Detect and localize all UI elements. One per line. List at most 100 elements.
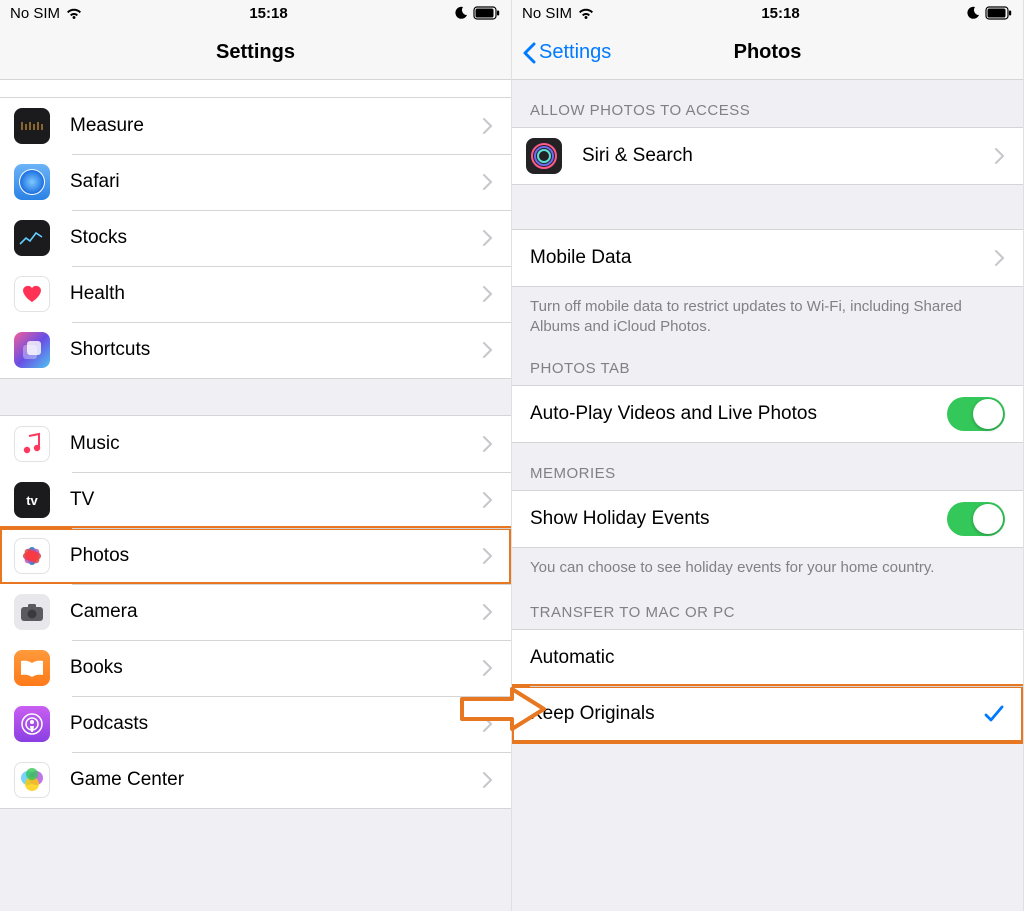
battery-icon (473, 6, 501, 20)
filler (0, 809, 511, 911)
chevron-right-icon (483, 118, 493, 134)
settings-row-camera[interactable]: Camera (0, 584, 511, 640)
page-title: Settings (216, 41, 295, 64)
stocks-icon (14, 220, 50, 256)
clock: 15:18 (249, 5, 287, 22)
row-label: Siri & Search (582, 145, 995, 167)
chevron-right-icon (483, 772, 493, 788)
checkmark-icon (983, 703, 1005, 725)
photos-icon (14, 538, 50, 574)
settings-row-stocks[interactable]: Stocks (0, 210, 511, 266)
partial-row-above (0, 80, 511, 98)
holiday-footer: You can choose to see holiday events for… (512, 548, 1023, 586)
row-siri-search[interactable]: Siri & Search (512, 128, 1023, 184)
wifi-icon (65, 6, 83, 20)
settings-row-health[interactable]: Health (0, 266, 511, 322)
row-label: Measure (70, 115, 483, 137)
settings-group-2: Music tv TV Photos Camera (0, 415, 511, 809)
row-label: Auto-Play Videos and Live Photos (530, 403, 947, 425)
gamecenter-icon (14, 762, 50, 798)
settings-row-tv[interactable]: tv TV (0, 472, 511, 528)
row-label: Stocks (70, 227, 483, 249)
row-label: Camera (70, 601, 483, 623)
chevron-right-icon (483, 286, 493, 302)
shortcuts-icon (14, 332, 50, 368)
settings-row-music[interactable]: Music (0, 416, 511, 472)
photos-settings-list[interactable]: ALLOW PHOTOS TO ACCESS Siri & Search Mob… (512, 80, 1023, 911)
spacer (512, 185, 1023, 229)
row-label: Music (70, 433, 483, 455)
chevron-right-icon (483, 660, 493, 676)
row-label: Books (70, 657, 483, 679)
settings-row-podcasts[interactable]: Podcasts (0, 696, 511, 752)
clock: 15:18 (761, 5, 799, 22)
wifi-icon (577, 6, 595, 20)
row-label: Shortcuts (70, 339, 483, 361)
chevron-right-icon (483, 436, 493, 452)
tv-icon: tv (14, 482, 50, 518)
chevron-right-icon (483, 230, 493, 246)
group-spacer (0, 379, 511, 415)
settings-list[interactable]: Measure Safari Stocks (0, 80, 511, 911)
settings-row-photos[interactable]: Photos (0, 528, 511, 584)
books-icon (14, 650, 50, 686)
back-button[interactable]: Settings (522, 26, 611, 79)
row-label: Keep Originals (530, 703, 983, 725)
battery-icon (985, 6, 1013, 20)
section-header-photos-tab: PHOTOS TAB (512, 346, 1023, 385)
music-icon (14, 426, 50, 462)
row-label: Safari (70, 171, 483, 193)
chevron-right-icon (483, 342, 493, 358)
dnd-moon-icon (966, 6, 980, 20)
row-autoplay[interactable]: Auto-Play Videos and Live Photos (512, 386, 1023, 442)
chevron-right-icon (483, 174, 493, 190)
section-header-memories: MEMORIES (512, 443, 1023, 490)
chevron-right-icon (995, 250, 1005, 266)
row-transfer-keep-originals[interactable]: Keep Originals (512, 686, 1023, 742)
row-mobile-data[interactable]: Mobile Data (512, 230, 1023, 286)
row-label: Health (70, 283, 483, 305)
page-title: Photos (734, 41, 802, 64)
dnd-moon-icon (454, 6, 468, 20)
row-label: Game Center (70, 769, 483, 791)
row-label: Automatic (530, 647, 1005, 669)
section-header-transfer: TRANSFER TO MAC OR PC (512, 586, 1023, 629)
back-label: Settings (539, 41, 611, 64)
row-transfer-automatic[interactable]: Automatic (512, 630, 1023, 686)
section-header-access: ALLOW PHOTOS TO ACCESS (512, 80, 1023, 127)
chevron-right-icon (483, 604, 493, 620)
podcasts-icon (14, 706, 50, 742)
nav-bar-photos: Settings Photos (512, 26, 1023, 80)
chevron-right-icon (995, 148, 1005, 164)
settings-row-shortcuts[interactable]: Shortcuts (0, 322, 511, 378)
chevron-right-icon (483, 548, 493, 564)
carrier-text: No SIM (522, 5, 572, 22)
status-bar: No SIM 15:18 (512, 0, 1023, 26)
phone-right: No SIM 15:18 Settings Photos ALLOW PHOTO… (512, 0, 1024, 911)
row-holiday-events[interactable]: Show Holiday Events (512, 491, 1023, 547)
settings-group-1: Measure Safari Stocks (0, 98, 511, 379)
camera-icon (14, 594, 50, 630)
chevron-right-icon (483, 716, 493, 732)
nav-bar-settings: Settings (0, 26, 511, 80)
settings-row-measure[interactable]: Measure (0, 98, 511, 154)
siri-icon (526, 138, 562, 174)
mobile-data-footer: Turn off mobile data to restrict updates… (512, 287, 1023, 346)
row-label: TV (70, 489, 483, 511)
settings-row-gamecenter[interactable]: Game Center (0, 752, 511, 808)
row-label: Photos (70, 545, 483, 567)
carrier-text: No SIM (10, 5, 60, 22)
chevron-right-icon (483, 492, 493, 508)
settings-row-safari[interactable]: Safari (0, 154, 511, 210)
safari-icon (14, 164, 50, 200)
row-label: Mobile Data (530, 247, 995, 269)
phone-left: No SIM 15:18 Settings Measure (0, 0, 512, 911)
settings-row-books[interactable]: Books (0, 640, 511, 696)
row-label: Podcasts (70, 713, 483, 735)
measure-icon (14, 108, 50, 144)
toggle-autoplay[interactable] (947, 397, 1005, 431)
health-icon (14, 276, 50, 312)
status-bar: No SIM 15:18 (0, 0, 511, 26)
row-label: Show Holiday Events (530, 508, 947, 530)
toggle-holiday[interactable] (947, 502, 1005, 536)
